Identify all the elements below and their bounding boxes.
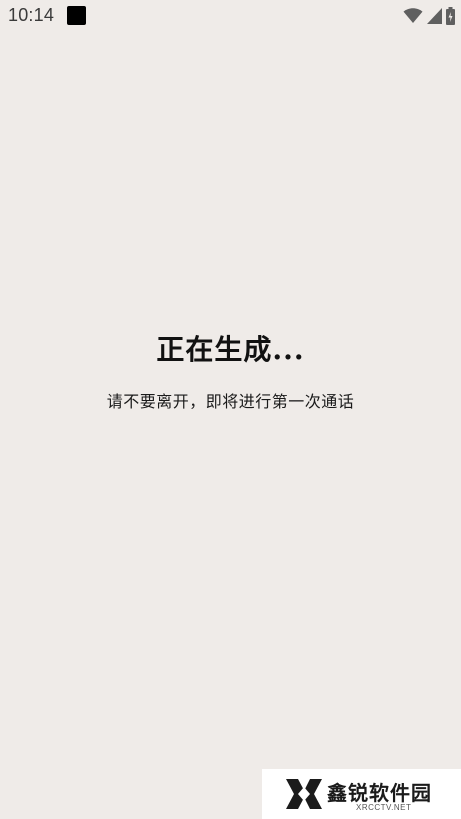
loading-message: 正在生成... 请不要离开，即将进行第一次通话 (0, 330, 461, 414)
signal-icon (427, 8, 442, 24)
battery-icon (446, 7, 455, 25)
watermark-brand: 鑫锐软件园 (327, 781, 432, 805)
notification-square-icon (67, 6, 86, 25)
status-icons (403, 6, 455, 26)
page-title: 正在生成... (156, 333, 305, 366)
watermark-logo-icon (284, 775, 324, 817)
wifi-icon (403, 8, 423, 24)
status-time: 10:14 (8, 5, 55, 25)
status-bar: 10:14 (0, 0, 461, 32)
watermark: 鑫锐软件园 XRCCTV.NET (262, 769, 461, 819)
watermark-url: XRCCTV.NET (356, 803, 412, 812)
subtitle-text: 请不要离开，即将进行第一次通话 (106, 392, 355, 411)
